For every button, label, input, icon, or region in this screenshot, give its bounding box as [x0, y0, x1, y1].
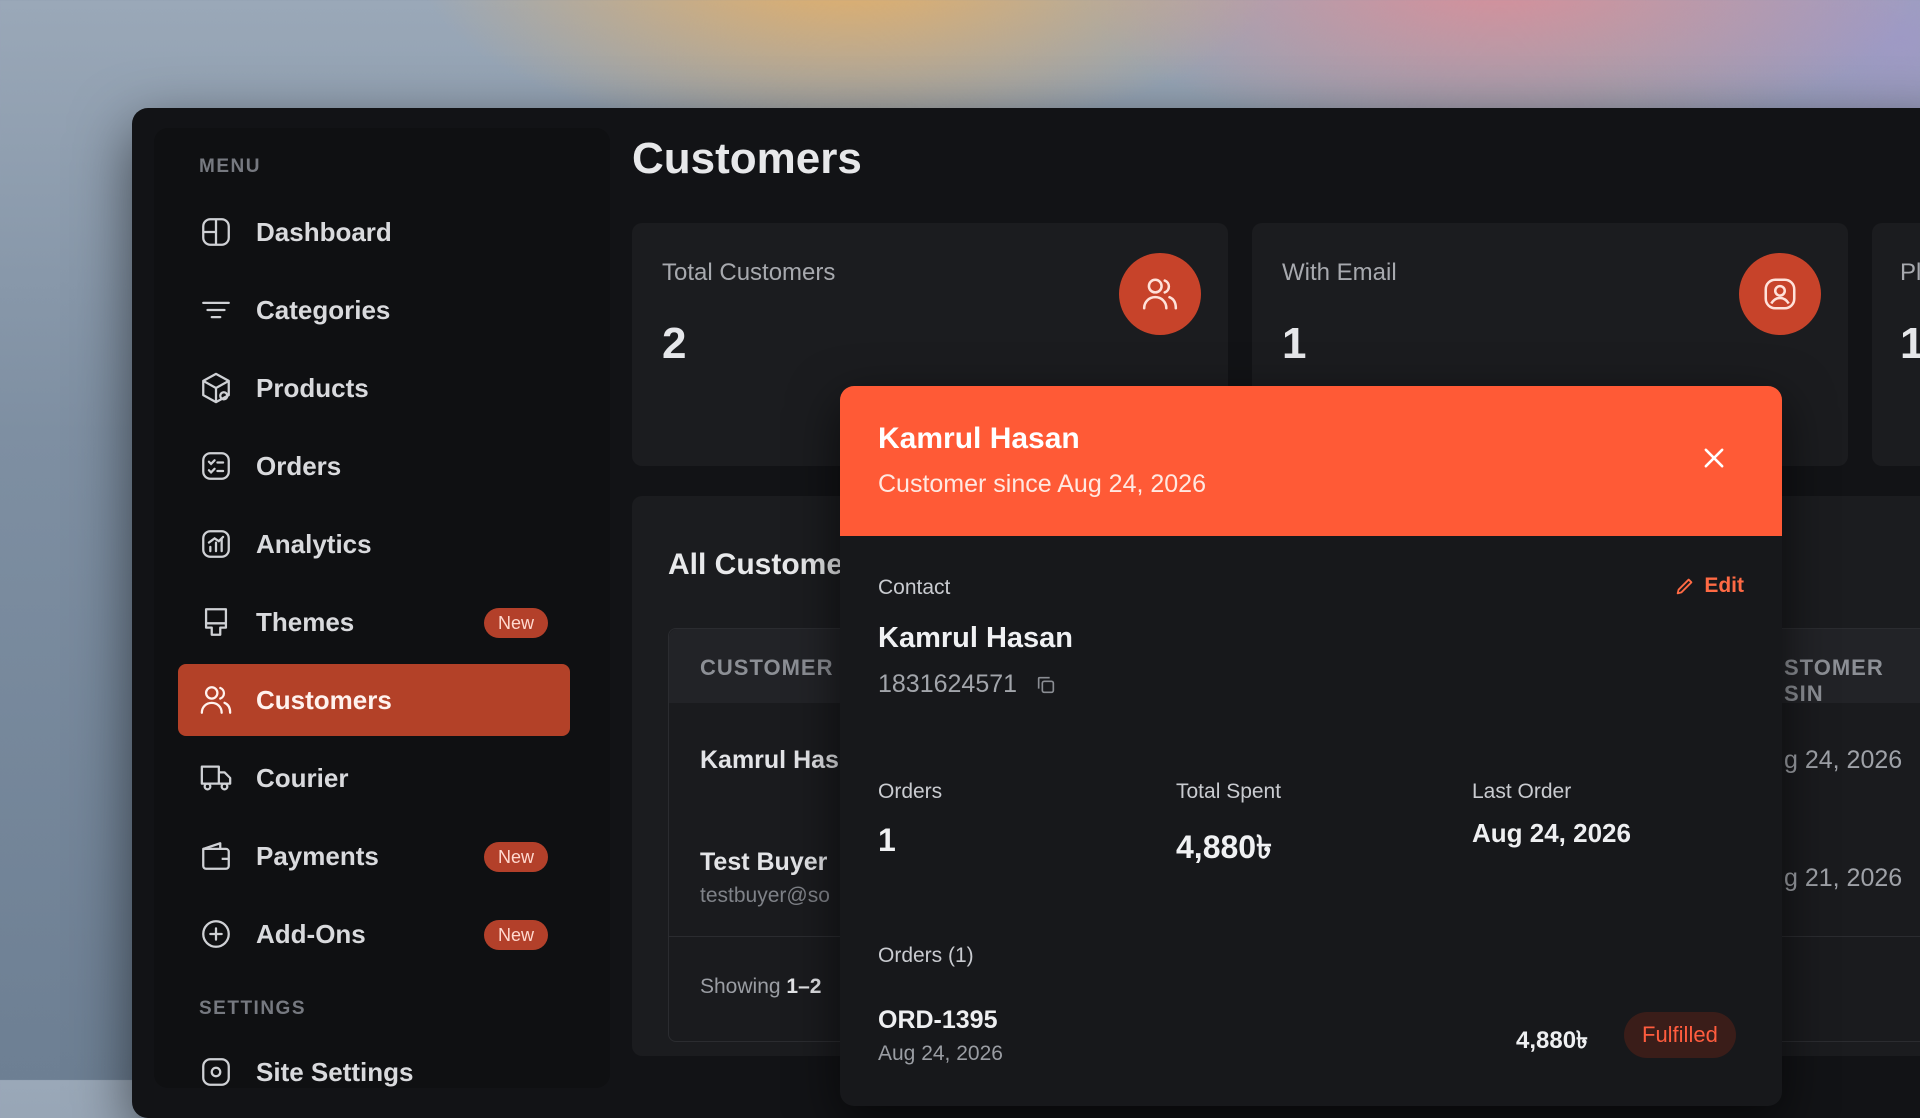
- stat-label: Pl: [1900, 259, 1920, 286]
- orders-list-label: Orders (1): [878, 944, 974, 967]
- customer-name[interactable]: Test Buyer: [700, 848, 827, 877]
- sidebar-item-analytics[interactable]: Analytics: [178, 508, 570, 580]
- orders-count-label: Orders: [878, 780, 943, 803]
- close-icon: [1704, 448, 1724, 468]
- table-title: All Custome: [668, 548, 844, 581]
- plus-circle-icon: [198, 916, 234, 952]
- edit-button[interactable]: Edit: [1674, 574, 1744, 598]
- sidebar-item-label: Themes: [256, 606, 355, 637]
- new-badge: New: [483, 920, 548, 950]
- column-header-customer[interactable]: CUSTOMER: [700, 655, 834, 681]
- new-badge: New: [483, 608, 548, 638]
- last-order-label: Last Order: [1472, 780, 1572, 803]
- stat-value: 2: [662, 319, 687, 368]
- contact-name: Kamrul Hasan: [878, 622, 1074, 654]
- sidebar-item-label: Dashboard: [256, 216, 392, 247]
- truck-icon: [198, 760, 234, 796]
- user-circle-icon: [1739, 253, 1821, 335]
- pagination-summary: Showing 1–2: [700, 975, 821, 999]
- contact-label: Contact: [878, 576, 951, 599]
- customer-email: testbuyer@so: [700, 884, 830, 907]
- stat-label: With Email: [1282, 259, 1397, 286]
- customer-detail-modal: Kamrul Hasan Customer since Aug 24, 2026…: [840, 386, 1782, 1106]
- sidebar-item-customers[interactable]: Customers: [178, 664, 570, 736]
- sidebar-item-categories[interactable]: Categories: [178, 274, 570, 346]
- phone-number: 1831624571: [878, 670, 1018, 698]
- modal-header: Kamrul Hasan Customer since Aug 24, 2026: [840, 386, 1782, 536]
- order-id[interactable]: ORD-1395: [878, 1006, 998, 1035]
- sidebar-item-payments[interactable]: Payments New: [178, 820, 570, 892]
- modal-customer-name: Kamrul Hasan: [878, 422, 1080, 455]
- settings-icon: [198, 1054, 234, 1090]
- users-icon: [1119, 253, 1201, 335]
- dashboard-icon: [198, 214, 234, 250]
- sidebar-item-label: Categories: [256, 294, 391, 325]
- order-date: Aug 24, 2026: [878, 1042, 1003, 1065]
- edit-label: Edit: [1704, 574, 1744, 597]
- order-amount: 4,880৳: [1516, 1027, 1589, 1054]
- sidebar-item-orders[interactable]: Orders: [178, 430, 570, 502]
- column-header-customer-since[interactable]: STOMER SIN: [1784, 655, 1920, 707]
- customer-since-date: g 21, 2026: [1784, 864, 1903, 892]
- modal-customer-since: Customer since Aug 24, 2026: [878, 470, 1206, 498]
- stat-card-partial: Pl 1: [1872, 223, 1920, 466]
- chart-icon: [198, 526, 234, 562]
- showing-range: 1–2: [786, 975, 822, 998]
- sidebar-item-label: Add-Ons: [256, 918, 366, 949]
- users-icon: [198, 682, 234, 718]
- sidebar-item-dashboard[interactable]: Dashboard: [178, 196, 570, 268]
- total-spent-value: 4,880৳: [1176, 829, 1273, 865]
- brush-icon: [198, 604, 234, 640]
- stat-label: Total Customers: [662, 259, 836, 286]
- sidebar-item-themes[interactable]: Themes New: [178, 586, 570, 658]
- page-title: Customers: [632, 134, 862, 183]
- showing-prefix: Showing: [700, 975, 781, 998]
- sidebar-item-label: Customers: [256, 684, 392, 715]
- pencil-icon: [1677, 578, 1693, 595]
- sidebar-item-label: Products: [256, 372, 369, 403]
- sidebar-item-site-settings[interactable]: Site Settings: [178, 1036, 570, 1108]
- stat-value: 1: [1282, 319, 1307, 368]
- sidebar-item-label: Analytics: [256, 528, 372, 559]
- sidebar-item-products[interactable]: Products: [178, 352, 570, 424]
- status-badge: Fulfilled: [1624, 1012, 1736, 1058]
- total-spent-label: Total Spent: [1176, 780, 1282, 803]
- sidebar-item-label: Payments: [256, 840, 379, 871]
- sidebar-item-label: Orders: [256, 450, 342, 481]
- customer-name[interactable]: Kamrul Has: [700, 746, 839, 775]
- contact-phone: 1831624571: [878, 670, 1057, 699]
- menu-section-label: MENU: [199, 156, 261, 177]
- sidebar-item-label: Site Settings: [256, 1056, 414, 1087]
- close-button[interactable]: [1696, 440, 1732, 476]
- customer-since-date: g 24, 2026: [1784, 746, 1903, 774]
- box-icon: [198, 370, 234, 406]
- settings-section-label: SETTINGS: [199, 998, 307, 1019]
- checklist-icon: [198, 448, 234, 484]
- copy-icon[interactable]: [1035, 674, 1057, 696]
- sidebar-item-add-ons[interactable]: Add-Ons New: [178, 898, 570, 970]
- stat-value: 1: [1900, 319, 1920, 368]
- orders-count-value: 1: [878, 822, 896, 858]
- last-order-value: Aug 24, 2026: [1472, 818, 1631, 848]
- sidebar-item-courier[interactable]: Courier: [178, 742, 570, 814]
- sidebar-item-label: Courier: [256, 762, 349, 793]
- new-badge: New: [483, 842, 548, 872]
- filter-lines-icon: [198, 292, 234, 328]
- wallet-icon: [198, 838, 234, 874]
